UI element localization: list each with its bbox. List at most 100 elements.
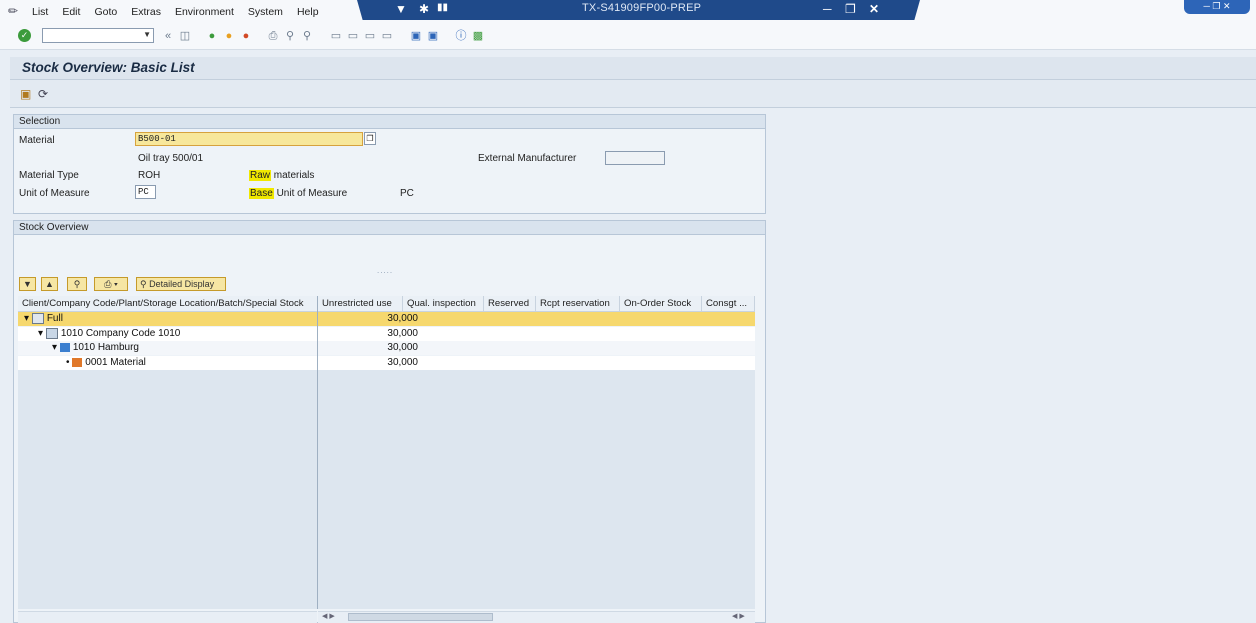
row-label: 0001 Material — [85, 357, 146, 368]
tree-node: ▾ 1010 Hamburg — [52, 342, 139, 353]
col-unrestricted[interactable]: Unrestricted use — [318, 296, 403, 311]
scroll-right-icon[interactable]: ◀ ▶ — [732, 612, 745, 620]
collapse-all-button[interactable]: ▲ — [41, 277, 58, 291]
table-row[interactable]: ▾ 1010 Company Code 1010 30,000 — [18, 327, 755, 341]
material-label: Material — [19, 135, 55, 146]
menu-extras[interactable]: Extras — [131, 6, 161, 18]
print-icon[interactable]: ⎙ — [267, 30, 279, 42]
col-reserved[interactable]: Reserved — [484, 296, 536, 311]
selection-title: Selection — [14, 115, 765, 129]
dropdown-icon[interactable]: ▼ — [395, 2, 407, 16]
system-toolbar: ✓ ▼ « ◫ ● ● ● ⎙ ⚲ ⚲ ▭ ▭ ▭ ▭ ▣ ▣ ⓘ ▩ — [0, 25, 1256, 50]
table-row[interactable]: ▾ 1010 Hamburg 30,000 — [18, 341, 755, 355]
menu-goto[interactable]: Goto — [94, 6, 117, 18]
find-button[interactable]: ⚲ — [67, 277, 87, 291]
restore-icon[interactable]: ❐ — [845, 2, 856, 16]
prev-page-icon[interactable]: ▭ — [347, 30, 359, 42]
table-empty-area — [18, 370, 755, 609]
external-manufacturer-field — [605, 151, 665, 165]
window-title-bar: ▼ ✱ ▮▮ TX-S41909FP00-PREP ─ ❐ ✕ — [357, 0, 920, 20]
col-qual-inspection[interactable]: Qual. inspection — [403, 296, 484, 311]
company-code-icon — [45, 328, 58, 339]
col-on-order[interactable]: On-Order Stock — [620, 296, 702, 311]
new-session-icon[interactable]: ▣ — [410, 30, 422, 42]
client-icon — [31, 313, 44, 324]
command-field[interactable]: ▼ — [42, 28, 154, 43]
col-consignment[interactable]: Consgt ... — [702, 296, 755, 311]
stock-overview-title: Stock Overview — [14, 221, 765, 235]
page-header: Stock Overview: Basic List — [10, 57, 1256, 80]
highlight-raw: Raw — [249, 170, 272, 181]
highlight-base: Base — [249, 188, 274, 199]
page-title: Stock Overview: Basic List — [22, 60, 195, 75]
menu: List Edit Goto Extras Environment System… — [32, 6, 333, 18]
material-type-description: Raw materials — [249, 170, 314, 181]
cancel-icon[interactable]: ● — [240, 30, 252, 42]
menu-edit[interactable]: Edit — [62, 6, 80, 18]
expand-all-button[interactable]: ▼ — [19, 277, 36, 291]
row-value: 30,000 — [387, 342, 418, 353]
material-type-value: ROH — [138, 170, 161, 181]
row-value: 30,000 — [387, 357, 418, 368]
uom-label: Unit of Measure — [19, 188, 90, 199]
help-icon[interactable]: ⓘ — [455, 30, 467, 42]
left-hscrollbar[interactable] — [18, 611, 317, 623]
next-page-icon[interactable]: ▭ — [364, 30, 376, 42]
back-icon[interactable]: ● — [206, 30, 218, 42]
external-manufacturer-label: External Manufacturer — [478, 153, 577, 164]
value-help-icon[interactable]: ❐ — [364, 132, 376, 145]
close-icon[interactable]: ✕ — [869, 2, 879, 16]
menu-bar: ✏ List Edit Goto Extras Environment Syst… — [0, 0, 1256, 26]
window-title: TX-S41909FP00-PREP — [582, 2, 702, 14]
tree-node: ▾ Full — [24, 313, 63, 325]
storage-location-icon — [72, 357, 83, 367]
material-input[interactable]: B500-01 — [135, 132, 363, 146]
column-splitter[interactable] — [317, 296, 318, 609]
splitter-handle[interactable]: ..... — [377, 266, 393, 275]
chevron-down-icon[interactable]: ▼ — [143, 30, 151, 39]
shortcut-icon[interactable]: ▣ — [427, 30, 439, 42]
save-icon[interactable]: ◫ — [179, 30, 191, 42]
table-row[interactable]: ▾ Full 30,000 — [18, 312, 755, 326]
detailed-display-label: Detailed Display — [149, 279, 215, 289]
menu-system[interactable]: System — [248, 6, 283, 18]
find-icon[interactable]: ⚲ — [284, 30, 296, 42]
uom-field[interactable]: PC — [135, 185, 156, 199]
right-hscrollbar[interactable]: ◀ ▶ ◀ ▶ — [318, 611, 755, 623]
refresh-icon[interactable]: ⟳ — [38, 87, 48, 101]
menu-list-icon[interactable]: ✏ — [8, 4, 22, 18]
layout-icon[interactable]: ▩ — [472, 30, 484, 42]
menu-environment[interactable]: Environment — [175, 6, 234, 18]
material-description: Oil tray 500/01 — [138, 153, 204, 164]
menu-help[interactable]: Help — [297, 6, 319, 18]
row-value: 30,000 — [387, 328, 418, 339]
first-page-icon[interactable]: ▭ — [330, 30, 342, 42]
window-controls[interactable]: ─ ❐ ✕ — [1184, 0, 1250, 14]
table-row[interactable]: • 0001 Material 30,000 — [18, 356, 755, 370]
detailed-display-button[interactable]: ⚲ Detailed Display — [136, 277, 226, 291]
base-uom-label-rest: Unit of Measure — [273, 188, 348, 199]
minimize-icon[interactable]: ─ — [823, 2, 832, 16]
row-label: 1010 Hamburg — [72, 342, 139, 353]
scroll-left-icon[interactable]: ◀ ▶ — [322, 612, 335, 620]
exit-icon[interactable]: ● — [223, 30, 235, 42]
last-page-icon[interactable]: ▭ — [381, 30, 393, 42]
plant-icon — [59, 342, 70, 352]
back-double-icon[interactable]: « — [162, 30, 174, 42]
material-type-label: Material Type — [19, 170, 79, 181]
material-type-desc-rest: materials — [271, 170, 315, 181]
application-toolbar: ▣ ⟳ — [10, 80, 1256, 108]
row-value: 30,000 — [387, 313, 418, 324]
scroll-thumb[interactable] — [348, 613, 493, 621]
col-hierarchy[interactable]: Client/Company Code/Plant/Storage Locati… — [18, 296, 318, 311]
variant-icon[interactable]: ▣ — [20, 87, 31, 101]
print-menu-button[interactable]: ⎙ ▾ — [94, 277, 128, 291]
menu-list[interactable]: List — [32, 6, 48, 18]
enter-check-icon[interactable]: ✓ — [18, 29, 31, 42]
row-label: 1010 Company Code 1010 — [60, 328, 181, 340]
signal-icon: ▮▮ — [437, 2, 449, 13]
detail-icon: ⚲ — [140, 279, 150, 289]
pin-icon[interactable]: ✱ — [419, 2, 429, 16]
find-next-icon[interactable]: ⚲ — [301, 30, 313, 42]
col-rcpt-reservation[interactable]: Rcpt reservation — [536, 296, 620, 311]
